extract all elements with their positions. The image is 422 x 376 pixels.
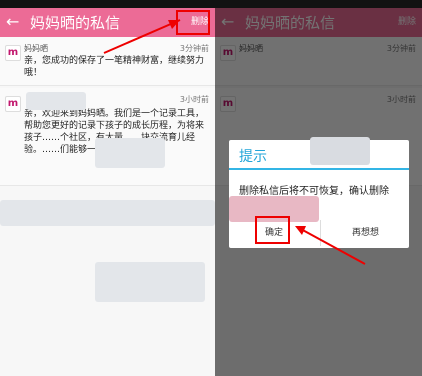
annotation-arrow [295, 226, 366, 265]
annotation-arrow [103, 19, 181, 54]
delete-confirm-screen: ← 妈妈晒的私信 删除 m 妈妈晒 3分钟前 m 3小时前 提示 删除私信后将不… [215, 0, 422, 376]
message-list-screen: ← 妈妈晒的私信 删除 m 妈妈晒 3分钟前 亲，您成功的保存了一笔精神财富，继… [0, 0, 215, 376]
